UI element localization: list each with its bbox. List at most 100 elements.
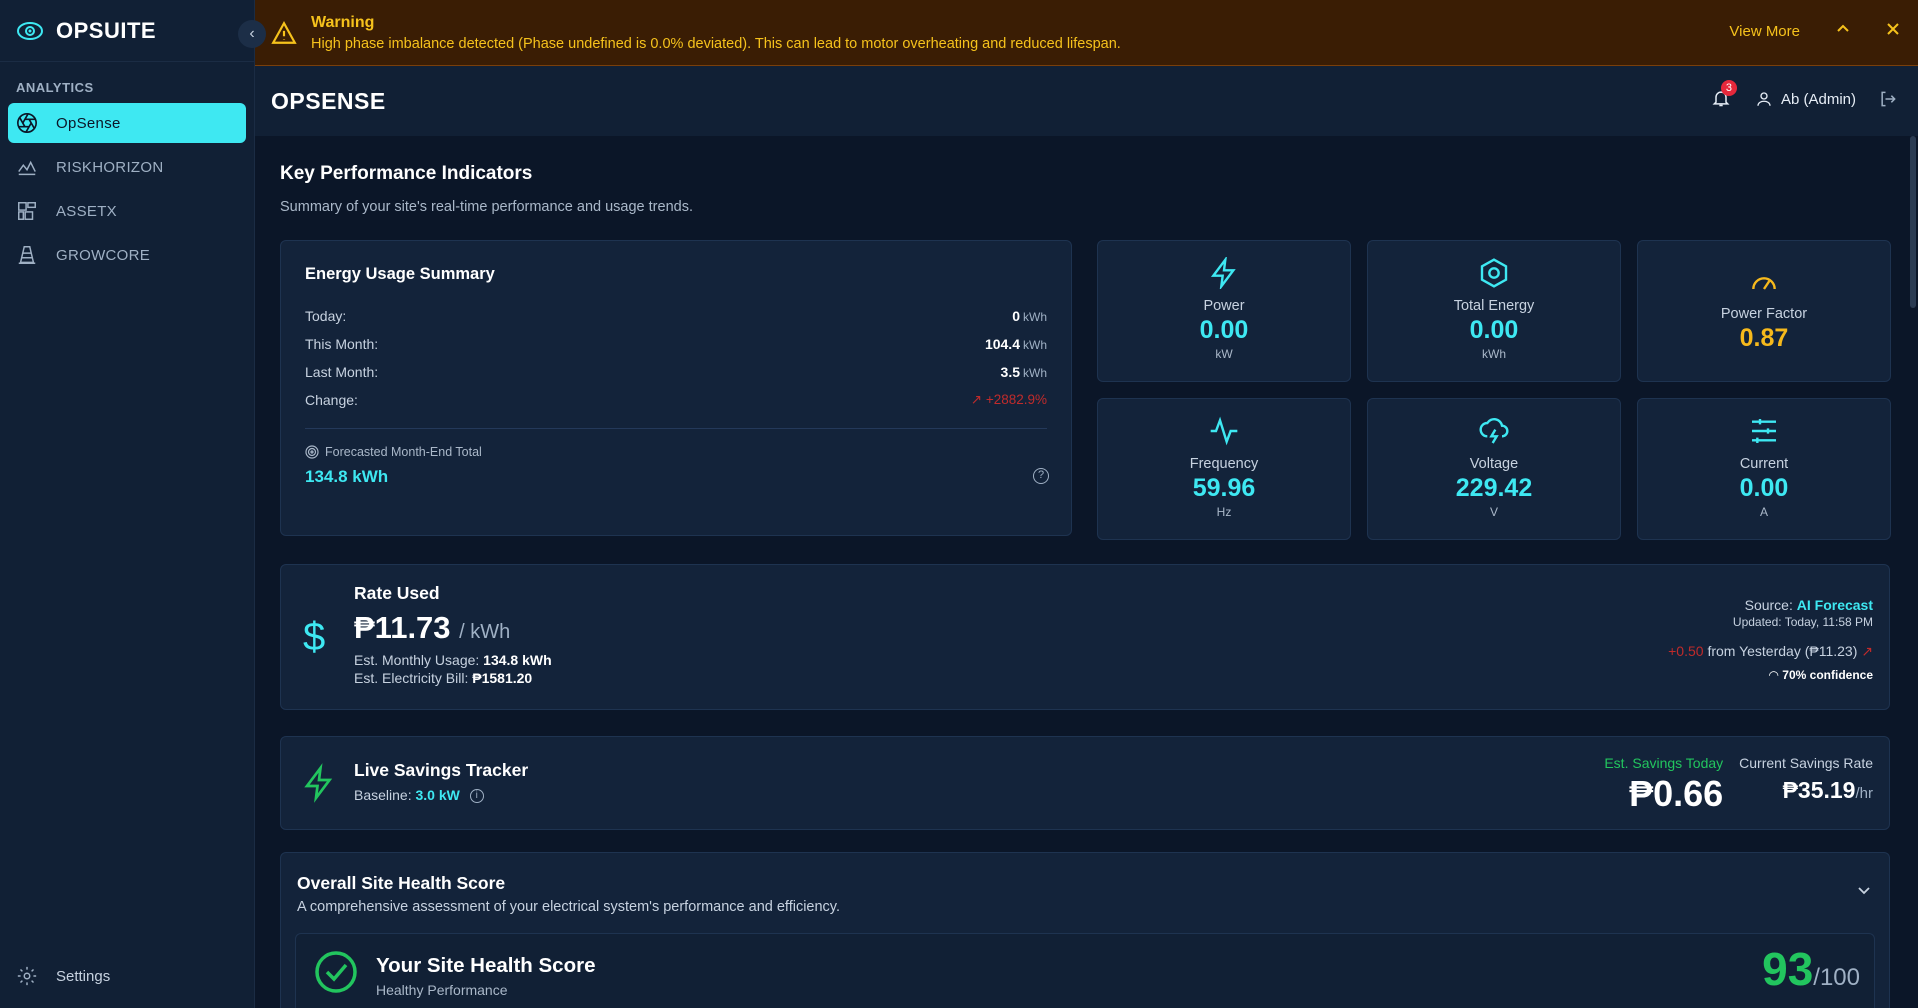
metric-label: Power: [1203, 298, 1245, 314]
metric-card-power: Power 0.00 kW: [1097, 240, 1351, 382]
health-score-value: 93: [1762, 943, 1814, 995]
savings-rate-label: Current Savings Rate: [1739, 755, 1873, 771]
notifications-button[interactable]: 3: [1711, 80, 1737, 110]
health-score-title: Your Site Health Score: [376, 954, 596, 977]
warning-title: Warning: [311, 13, 375, 31]
row-label: Last Month:: [305, 364, 379, 380]
metric-value: 229.42: [1455, 474, 1533, 502]
energy-row-today: Today: 0 kWh: [305, 308, 1047, 324]
health-score-panel: Your Site Health Score Healthy Performan…: [295, 933, 1875, 1008]
savings-rate-unit: /hr: [1855, 785, 1873, 802]
updated-time: Updated: Today, 11:58 PM: [1732, 615, 1873, 629]
main-content: Key Performance Indicators Summary of yo…: [255, 136, 1918, 1008]
metric-card-voltage: Voltage 229.42 V: [1367, 398, 1621, 540]
chevron-up-icon[interactable]: [1836, 22, 1850, 40]
cloud-lightning-icon: [1479, 418, 1509, 444]
bolt-icon: [1210, 255, 1236, 291]
metric-card-total-energy: Total Energy 0.00 kWh: [1367, 240, 1621, 382]
aperture-icon: [17, 113, 37, 133]
monthly-usage-label: Est. Monthly Usage:: [354, 652, 480, 668]
section-title: Key Performance Indicators: [280, 163, 533, 184]
sidebar-item-label: OpSense: [56, 114, 121, 132]
metric-unit: V: [1489, 505, 1498, 519]
metric-label: Current: [1739, 456, 1789, 472]
metric-card-frequency: Frequency 59.96 Hz: [1097, 398, 1351, 540]
metric-label: Frequency: [1189, 456, 1259, 472]
brand[interactable]: OPSUITE: [0, 0, 254, 62]
baseline-value: 3.0 kW: [415, 787, 460, 803]
monthly-usage-value: 134.8 kWh: [483, 652, 552, 668]
sidebar-item-label: RISKHORIZON: [56, 158, 164, 176]
pulse-icon: [1210, 416, 1238, 446]
row-value: 3.5: [1000, 364, 1020, 380]
bill-label: Est. Electricity Bill:: [354, 670, 469, 686]
rate-unit: / kWh: [459, 621, 511, 643]
source-label: Source:: [1744, 597, 1793, 613]
metric-unit: kW: [1215, 347, 1233, 361]
logout-icon[interactable]: [1878, 89, 1898, 109]
rate-used-card: $ Rate Used ₱11.73 / kWh Est. Monthly Us…: [280, 564, 1890, 710]
sidebar-item-opsense[interactable]: OpSense: [8, 103, 246, 143]
sidebar: OPSUITE ANALYTICS OpSense RISKHORIZON AS…: [0, 0, 255, 1008]
user-icon: [1757, 92, 1771, 106]
settings-label: Settings: [56, 967, 111, 985]
trend-up-icon: ↗: [970, 392, 983, 407]
warning-banner: Warning High phase imbalance detected (P…: [255, 0, 1918, 66]
source-value: AI Forecast: [1796, 597, 1873, 613]
row-label: Change:: [305, 392, 358, 408]
brand-name: OPSUITE: [56, 17, 157, 43]
metric-label: Voltage: [1469, 456, 1519, 472]
sidebar-item-assetx[interactable]: ASSETX: [8, 191, 246, 231]
help-icon[interactable]: ?: [1033, 468, 1049, 484]
rate-delta-text: from Yesterday (₱11.23): [1707, 643, 1858, 659]
notification-badge: 3: [1720, 80, 1737, 96]
gauge-icon: ◠: [1768, 668, 1779, 682]
savings-today-value: ₱0.66: [1629, 773, 1724, 814]
energy-usage-summary-card: Energy Usage Summary Today: 0 kWh This Mo…: [280, 240, 1072, 536]
sidebar-item-settings[interactable]: Settings: [8, 956, 110, 996]
metric-value: 59.96: [1192, 474, 1256, 502]
chevron-down-icon[interactable]: [1857, 883, 1871, 897]
info-icon[interactable]: i: [469, 789, 484, 804]
metric-unit: A: [1759, 505, 1768, 519]
hexagon-icon: [1480, 258, 1508, 288]
collapse-sidebar-button[interactable]: ‹: [238, 20, 266, 48]
trend-up-icon: ↗: [1861, 643, 1873, 659]
scrollbar[interactable]: [1910, 136, 1916, 308]
warning-triangle-icon: [271, 20, 297, 44]
sliders-icon: [1752, 419, 1776, 443]
close-icon[interactable]: [1886, 22, 1900, 40]
dollar-icon: $: [303, 615, 326, 659]
health-score-status: Healthy Performance: [376, 982, 508, 998]
confidence: 70% confidence: [1782, 668, 1873, 682]
metric-label: Power Factor: [1720, 306, 1808, 322]
baseline-label: Baseline:: [354, 787, 412, 803]
gauge-icon: [1752, 277, 1776, 290]
sidebar-item-label: ASSETX: [56, 202, 117, 220]
row-value: 0: [1012, 308, 1020, 324]
view-more-link[interactable]: View More: [1729, 23, 1800, 40]
energy-row-change: Change: ↗ +2882.9%: [305, 392, 1047, 408]
chevron-left-icon: ‹: [249, 25, 255, 42]
metric-value: 0.00: [1469, 316, 1519, 344]
card-title: Overall Site Health Score: [297, 873, 506, 893]
area-chart-icon: [18, 160, 36, 176]
energy-row-last-month: Last Month: 3.5 kWh: [305, 364, 1047, 380]
metric-card-current: Current 0.00 A: [1637, 398, 1891, 540]
section-label: ANALYTICS: [16, 80, 94, 95]
check-circle-icon: [315, 951, 357, 993]
sidebar-item-growcore[interactable]: GROWCORE: [8, 235, 246, 275]
rate-delta: +0.50: [1668, 643, 1704, 659]
row-label: Today:: [305, 308, 347, 324]
page-header: OPSENSE 3 Ab (Admin): [255, 66, 1918, 136]
sidebar-item-riskhorizon[interactable]: RISKHORIZON: [8, 147, 246, 187]
gear-icon: [17, 966, 37, 986]
bill-value: ₱1581.20: [472, 670, 533, 686]
metric-unit: kWh: [1482, 347, 1506, 361]
metric-unit: Hz: [1216, 505, 1232, 519]
site-health-score-card[interactable]: Overall Site Health Score A comprehensiv…: [280, 852, 1890, 1008]
savings-today-label: Est. Savings Today: [1604, 755, 1724, 771]
user-menu[interactable]: Ab (Admin): [1755, 90, 1856, 108]
forecast-value: 134.8 kWh: [305, 467, 389, 486]
health-score-max: /100: [1813, 964, 1860, 991]
